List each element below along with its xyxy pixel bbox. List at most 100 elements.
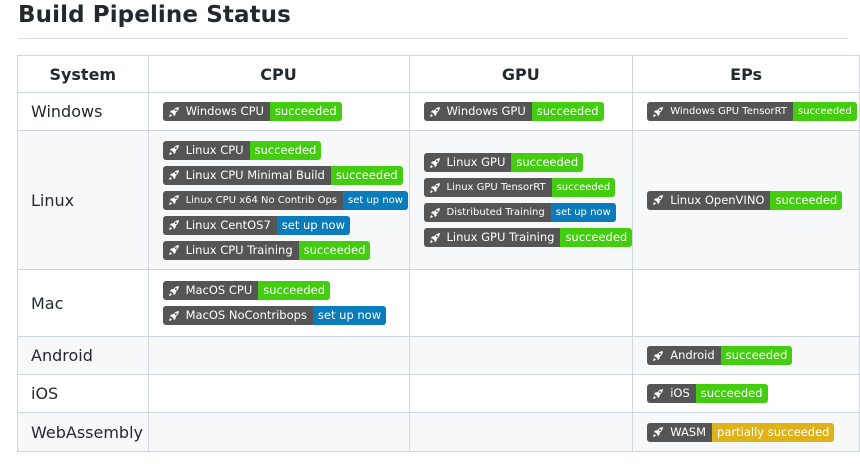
status-badge[interactable]: Linux GPU TensorRT succeeded: [423, 178, 616, 197]
status-badge[interactable]: Linux CPU x64 No Contrib Ops set up now: [162, 190, 408, 210]
rocket-icon: [168, 220, 179, 230]
gpu-cell: Linux GPU succeeded Linux GPU TensorRT succ…: [408, 130, 634, 270]
badge-list: Windows CPU succeeded: [162, 102, 409, 121]
status-badge[interactable]: Linux OpenVINO succeeded: [647, 190, 843, 210]
badge-list: WASM partially succeeded: [647, 422, 859, 442]
status-badge[interactable]: Windows GPU TensorRT succeeded: [647, 102, 857, 121]
table-row: Linux Linux CPU succeeded Linux CPU Minimal…: [17, 130, 860, 270]
title-divider: [18, 38, 848, 39]
header-cpu: CPU: [147, 55, 410, 93]
rocket-icon: [429, 106, 440, 117]
badge-label: Linux GPU: [446, 155, 506, 169]
badge-label: Linux GPU TensorRT: [446, 182, 546, 193]
badge-list: iOS succeeded: [647, 384, 859, 403]
cpu-cell: MacOS CPU succeeded MacOS NoContribops set …: [147, 269, 410, 337]
badge-pipeline-name: Windows GPU TensorRT: [647, 102, 793, 121]
badge-label: Windows GPU: [446, 104, 526, 118]
table-row: Android Android succeeded: [17, 336, 860, 375]
badge-list: Android succeeded: [647, 346, 859, 365]
badge-label: Linux CPU Minimal Build: [185, 167, 325, 182]
page-title: Build Pipeline Status: [18, 2, 291, 28]
badge-pipeline-name: iOS: [647, 384, 696, 403]
gpu-cell: [408, 336, 634, 375]
gpu-cell: [408, 374, 634, 413]
badge-label: Windows CPU: [185, 104, 264, 118]
badge-label: Android: [670, 348, 715, 362]
badge-status: partially succeeded: [712, 422, 835, 442]
rocket-icon: [653, 388, 664, 399]
badge-label: Linux CPU Training: [185, 242, 293, 257]
pipeline-status-table: System CPU GPU EPs Windows Windows CPU suc…: [17, 55, 860, 452]
table-header-row: System CPU GPU EPs: [17, 55, 860, 93]
table-row: Windows Windows CPU succeeded Windows GPU su…: [17, 92, 860, 131]
badge-pipeline-name: MacOS NoContribops: [162, 306, 313, 325]
badge-label: Windows GPU TensorRT: [670, 106, 787, 117]
badge-label: iOS: [670, 386, 690, 400]
rocket-icon: [653, 427, 664, 437]
eps-cell: iOS succeeded: [632, 374, 860, 413]
rocket-icon: [168, 106, 179, 117]
status-badge[interactable]: Linux GPU succeeded: [423, 153, 584, 172]
status-badge[interactable]: MacOS CPU succeeded: [162, 281, 331, 300]
badge-label: Linux CPU x64 No Contrib Ops: [185, 194, 337, 206]
status-badge[interactable]: Android succeeded: [647, 346, 793, 365]
status-badge[interactable]: iOS succeeded: [647, 384, 768, 403]
eps-cell: Android succeeded: [632, 336, 860, 375]
badge-pipeline-name: Linux CPU Training: [162, 240, 299, 260]
badge-list: MacOS CPU succeeded MacOS NoContribops set …: [162, 281, 409, 325]
cpu-cell: [147, 336, 410, 375]
table-row: WebAssembly WASM partially succeeded: [17, 412, 860, 452]
rocket-icon: [429, 207, 440, 218]
system-name: Mac: [17, 269, 149, 337]
header-system: System: [17, 55, 149, 93]
badge-status: set up now: [343, 190, 408, 210]
badge-pipeline-name: Linux GPU TensorRT: [423, 178, 552, 197]
badge-status: succeeded: [258, 281, 331, 300]
eps-cell: WASM partially succeeded: [632, 412, 860, 452]
badge-label: Linux GPU Training: [446, 230, 555, 244]
badge-label: MacOS NoContribops: [185, 308, 307, 322]
status-badge[interactable]: Distributed Training set up now: [423, 203, 616, 222]
badge-status: succeeded: [720, 346, 793, 365]
header-gpu: GPU: [408, 55, 634, 93]
status-badge[interactable]: Linux CPU Training succeeded: [162, 240, 371, 260]
table-row: Mac MacOS CPU succeeded MacOS NoContribops s…: [17, 269, 860, 337]
badge-label: Linux CPU: [185, 142, 244, 157]
status-badge[interactable]: Linux CPU Minimal Build succeeded: [162, 165, 403, 185]
badge-pipeline-name: MacOS CPU: [162, 281, 259, 300]
badge-list: Linux GPU succeeded Linux GPU TensorRT succ…: [423, 153, 633, 247]
gpu-cell: [408, 412, 634, 452]
status-badge[interactable]: MacOS NoContribops set up now: [162, 306, 387, 325]
rocket-icon: [653, 195, 664, 205]
status-badge[interactable]: Windows CPU succeeded: [162, 102, 342, 121]
rocket-icon: [168, 170, 179, 180]
cpu-cell: [147, 412, 410, 452]
badge-pipeline-name: Android: [647, 346, 721, 365]
badge-pipeline-name: Windows CPU: [162, 102, 270, 121]
system-name: Windows: [17, 92, 149, 131]
rocket-icon: [168, 310, 179, 321]
status-badge[interactable]: Linux CPU succeeded: [162, 140, 322, 160]
badge-label: Linux CentOS7: [185, 217, 271, 232]
rocket-icon: [168, 145, 179, 155]
badge-status: succeeded: [792, 102, 857, 121]
badge-status: set up now: [312, 306, 387, 325]
badge-status: set up now: [550, 203, 616, 222]
status-badge[interactable]: WASM partially succeeded: [647, 422, 835, 442]
badge-status: succeeded: [551, 178, 616, 197]
system-name: WebAssembly: [17, 412, 149, 452]
status-badge[interactable]: Linux CentOS7 set up now: [162, 215, 350, 235]
badge-pipeline-name: Windows GPU: [423, 102, 532, 121]
badge-list: Linux CPU succeeded Linux CPU Minimal Buil…: [162, 140, 409, 260]
badge-status: succeeded: [269, 102, 342, 121]
status-badge[interactable]: Linux GPU Training succeeded: [423, 228, 633, 247]
badge-status: succeeded: [298, 240, 371, 260]
badge-label: Linux OpenVINO: [670, 192, 765, 207]
badge-pipeline-name: Linux GPU: [423, 153, 512, 172]
rocket-icon: [429, 182, 440, 193]
table-body: Windows Windows CPU succeeded Windows GPU su…: [17, 92, 860, 452]
status-badge[interactable]: Windows GPU succeeded: [423, 102, 604, 121]
badge-status: succeeded: [695, 384, 768, 403]
rocket-icon: [653, 106, 664, 117]
rocket-icon: [168, 245, 179, 255]
